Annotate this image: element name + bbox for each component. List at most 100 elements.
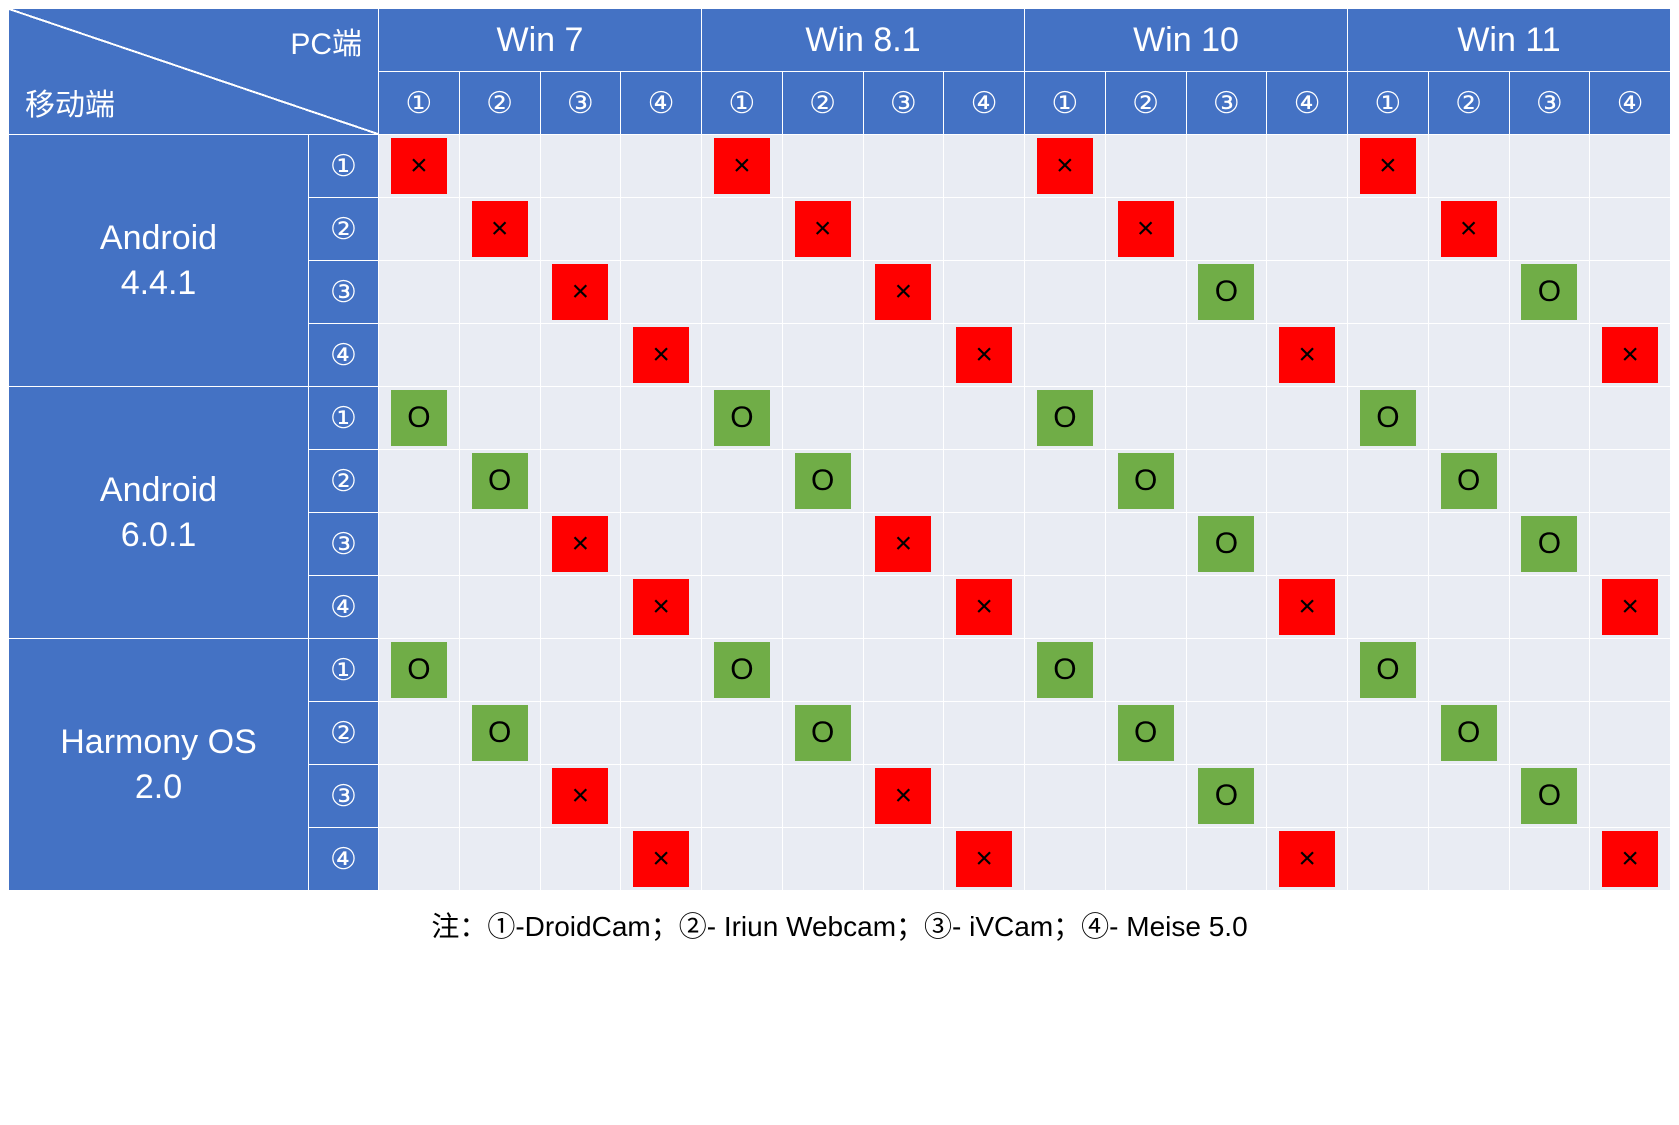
matrix-cell bbox=[863, 702, 944, 765]
fail-marker: × bbox=[552, 264, 608, 320]
pc-app-header: ② bbox=[782, 72, 863, 135]
fail-marker: × bbox=[875, 264, 931, 320]
fail-marker: × bbox=[552, 768, 608, 824]
pass-marker: O bbox=[1198, 516, 1254, 572]
matrix-cell bbox=[702, 513, 783, 576]
matrix-cell bbox=[459, 765, 540, 828]
pass-marker: O bbox=[714, 390, 770, 446]
pass-marker: O bbox=[1441, 705, 1497, 761]
matrix-cell bbox=[621, 639, 702, 702]
matrix-cell: × bbox=[621, 324, 702, 387]
fail-marker: × bbox=[795, 201, 851, 257]
matrix-cell: × bbox=[944, 324, 1025, 387]
matrix-cell bbox=[1509, 135, 1590, 198]
matrix-cell: × bbox=[379, 135, 460, 198]
matrix-cell bbox=[702, 828, 783, 891]
matrix-cell bbox=[863, 576, 944, 639]
pc-app-header: ③ bbox=[863, 72, 944, 135]
matrix-cell bbox=[1509, 324, 1590, 387]
pass-marker: O bbox=[472, 705, 528, 761]
matrix-cell bbox=[379, 513, 460, 576]
matrix-cell bbox=[1025, 765, 1106, 828]
matrix-cell bbox=[540, 639, 621, 702]
matrix-cell bbox=[459, 387, 540, 450]
mobile-app-header: ③ bbox=[309, 513, 379, 576]
matrix-cell bbox=[1590, 702, 1671, 765]
pass-marker: O bbox=[1037, 390, 1093, 446]
corner-diagonal-header: PC端移动端 bbox=[9, 9, 379, 135]
matrix-cell bbox=[702, 450, 783, 513]
pc-os-header: Win 7 bbox=[379, 9, 702, 72]
matrix-cell bbox=[1267, 198, 1348, 261]
matrix-cell bbox=[863, 828, 944, 891]
matrix-cell bbox=[1590, 765, 1671, 828]
fail-marker: × bbox=[956, 579, 1012, 635]
matrix-cell bbox=[1348, 198, 1429, 261]
mobile-app-header: ② bbox=[309, 702, 379, 765]
matrix-cell: O bbox=[1186, 513, 1267, 576]
matrix-cell bbox=[1186, 828, 1267, 891]
matrix-cell bbox=[782, 576, 863, 639]
matrix-cell bbox=[702, 198, 783, 261]
matrix-cell: × bbox=[944, 576, 1025, 639]
matrix-cell: O bbox=[1025, 387, 1106, 450]
pc-app-header: ② bbox=[1105, 72, 1186, 135]
matrix-cell: O bbox=[1186, 261, 1267, 324]
matrix-cell: × bbox=[863, 513, 944, 576]
matrix-cell bbox=[1348, 261, 1429, 324]
matrix-cell bbox=[944, 261, 1025, 324]
mobile-os-header: Android4.4.1 bbox=[9, 135, 309, 387]
mobile-app-header: ③ bbox=[309, 261, 379, 324]
pc-app-header: ① bbox=[1025, 72, 1106, 135]
matrix-cell: O bbox=[1509, 513, 1590, 576]
matrix-cell bbox=[1025, 198, 1106, 261]
fail-marker: × bbox=[1037, 138, 1093, 194]
matrix-cell bbox=[1428, 765, 1509, 828]
matrix-cell: × bbox=[459, 198, 540, 261]
matrix-cell: O bbox=[702, 387, 783, 450]
matrix-cell bbox=[782, 261, 863, 324]
matrix-cell bbox=[621, 135, 702, 198]
matrix-cell bbox=[1267, 450, 1348, 513]
matrix-cell bbox=[1105, 576, 1186, 639]
matrix-cell bbox=[1186, 450, 1267, 513]
matrix-cell bbox=[1267, 765, 1348, 828]
mobile-app-header: ① bbox=[309, 135, 379, 198]
matrix-cell bbox=[1348, 828, 1429, 891]
matrix-cell bbox=[1428, 387, 1509, 450]
matrix-cell bbox=[782, 828, 863, 891]
matrix-cell bbox=[1267, 702, 1348, 765]
matrix-cell bbox=[702, 261, 783, 324]
matrix-cell bbox=[782, 513, 863, 576]
matrix-cell: × bbox=[944, 828, 1025, 891]
matrix-cell: O bbox=[1186, 765, 1267, 828]
pass-marker: O bbox=[1037, 642, 1093, 698]
matrix-cell bbox=[379, 765, 460, 828]
matrix-cell bbox=[540, 324, 621, 387]
pass-marker: O bbox=[391, 390, 447, 446]
pc-app-header: ④ bbox=[944, 72, 1025, 135]
pc-app-header: ③ bbox=[1509, 72, 1590, 135]
mobile-os-header: Harmony OS2.0 bbox=[9, 639, 309, 891]
matrix-cell: × bbox=[540, 513, 621, 576]
matrix-cell bbox=[1428, 324, 1509, 387]
matrix-cell: O bbox=[782, 702, 863, 765]
matrix-cell bbox=[944, 198, 1025, 261]
matrix-cell: O bbox=[379, 387, 460, 450]
matrix-cell bbox=[459, 576, 540, 639]
matrix-cell: × bbox=[1267, 828, 1348, 891]
pass-marker: O bbox=[1198, 264, 1254, 320]
matrix-cell bbox=[379, 828, 460, 891]
matrix-cell: × bbox=[1590, 576, 1671, 639]
matrix-cell bbox=[944, 639, 1025, 702]
matrix-cell bbox=[1509, 828, 1590, 891]
matrix-cell bbox=[621, 387, 702, 450]
pass-marker: O bbox=[795, 705, 851, 761]
matrix-cell: × bbox=[621, 576, 702, 639]
matrix-cell bbox=[459, 828, 540, 891]
matrix-cell: × bbox=[702, 135, 783, 198]
pass-marker: O bbox=[714, 642, 770, 698]
mobile-os-header: Android6.0.1 bbox=[9, 387, 309, 639]
matrix-cell bbox=[944, 135, 1025, 198]
fail-marker: × bbox=[1602, 831, 1658, 887]
